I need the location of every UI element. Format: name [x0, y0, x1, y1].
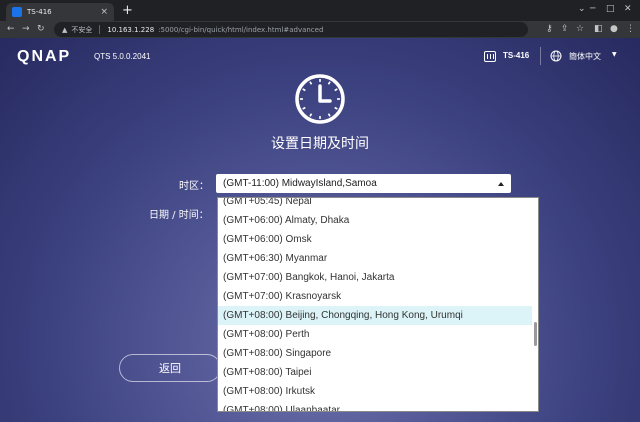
timezone-dropdown-list[interactable]: (GMT+05:45) Nepal (GMT+06:00) Almaty, Dha…: [217, 197, 539, 412]
language-selector[interactable]: 簡体中文: [569, 51, 601, 62]
tab-search-icon[interactable]: ⌄: [578, 2, 586, 16]
bookmark-star-icon[interactable]: ☆: [576, 23, 584, 36]
timezone-select[interactable]: (GMT-11:00) MidwayIsland,Samoa: [216, 174, 511, 193]
timezone-option[interactable]: (GMT+06:00) Almaty, Dhaka: [218, 211, 534, 230]
qnap-favicon-icon: [12, 7, 22, 17]
tab-title: TS-416: [27, 8, 52, 16]
share-icon[interactable]: ⇪: [561, 23, 569, 36]
more-menu-icon[interactable]: ⋮: [626, 23, 635, 36]
side-panel-icon[interactable]: ◧: [594, 23, 603, 36]
timezone-option[interactable]: (GMT+08:00) Taipei: [218, 363, 534, 382]
caret-up-icon: [498, 181, 504, 186]
qnap-setup-page: QNAP QTS 5.0.0.2041 TS-416 簡体中文 ▼ 设置日期及时…: [0, 38, 640, 422]
timezone-option[interactable]: (GMT+06:00) Omsk: [218, 230, 534, 249]
nas-device-icon: [484, 51, 496, 62]
timezone-option[interactable]: (GMT+06:30) Myanmar: [218, 249, 534, 268]
browser-toolbar: ← → ↻ ▲ 不安全 10.163.1.228:5000/cgi-bin/qu…: [0, 21, 640, 38]
firmware-version: QTS 5.0.0.2041: [94, 52, 151, 61]
url-path: :5000/cgi-bin/quick/html/index.html#adva…: [158, 25, 324, 34]
warning-icon: ▲: [62, 25, 68, 34]
page-title: 设置日期及时间: [271, 136, 369, 152]
timezone-option[interactable]: (GMT+08:00) Ulaanbaatar: [218, 401, 534, 411]
timezone-option[interactable]: (GMT+08:00) Perth: [218, 325, 534, 344]
key-icon[interactable]: ⚷: [546, 23, 553, 36]
minimize-icon[interactable]: ─: [590, 2, 595, 16]
address-bar[interactable]: ▲ 不安全 10.163.1.228:5000/cgi-bin/quick/ht…: [54, 22, 528, 37]
device-name: TS-416: [503, 51, 530, 60]
timezone-option[interactable]: (GMT+08:00) Singapore: [218, 344, 534, 363]
insecure-label: 不安全: [71, 25, 93, 34]
timezone-label: 时区：: [179, 181, 209, 192]
new-tab-button[interactable]: +: [122, 3, 133, 19]
timezone-selected-value: (GMT-11:00) MidwayIsland,Samoa: [223, 178, 377, 189]
profile-icon[interactable]: ●: [610, 23, 618, 36]
timezone-option[interactable]: (GMT+08:00) Beijing, Chongqing, Hong Kon…: [218, 306, 534, 325]
clock-icon: [295, 74, 345, 124]
url-divider: [99, 25, 101, 34]
back-arrow-icon[interactable]: ←: [7, 23, 15, 36]
qnap-logo: QNAP: [17, 48, 72, 65]
dropdown-scrollbar[interactable]: [532, 198, 538, 411]
timezone-option[interactable]: (GMT+05:45) Nepal: [218, 198, 534, 211]
back-button[interactable]: 返回: [119, 354, 221, 382]
url-host: 10.163.1.228: [107, 25, 155, 34]
chevron-down-icon[interactable]: ▼: [612, 51, 617, 58]
browser-tab-bar: TS-416 × + ⌄ ─ □ ✕: [0, 0, 640, 21]
maximize-icon[interactable]: □: [606, 2, 615, 16]
timezone-option[interactable]: (GMT+07:00) Bangkok, Hanoi, Jakarta: [218, 268, 534, 287]
globe-icon[interactable]: [550, 50, 562, 62]
datetime-label: 日期 / 时间：: [149, 210, 209, 221]
scrollbar-thumb[interactable]: [534, 322, 537, 346]
close-window-icon[interactable]: ✕: [624, 2, 632, 16]
timezone-option[interactable]: (GMT+07:00) Krasnoyarsk: [218, 287, 534, 306]
browser-tab[interactable]: TS-416 ×: [6, 3, 114, 21]
header-divider: [540, 47, 541, 65]
reload-icon[interactable]: ↻: [37, 23, 45, 36]
timezone-option[interactable]: (GMT+08:00) Irkutsk: [218, 382, 534, 401]
forward-arrow-icon[interactable]: →: [22, 23, 30, 36]
tab-close-icon[interactable]: ×: [100, 7, 108, 17]
